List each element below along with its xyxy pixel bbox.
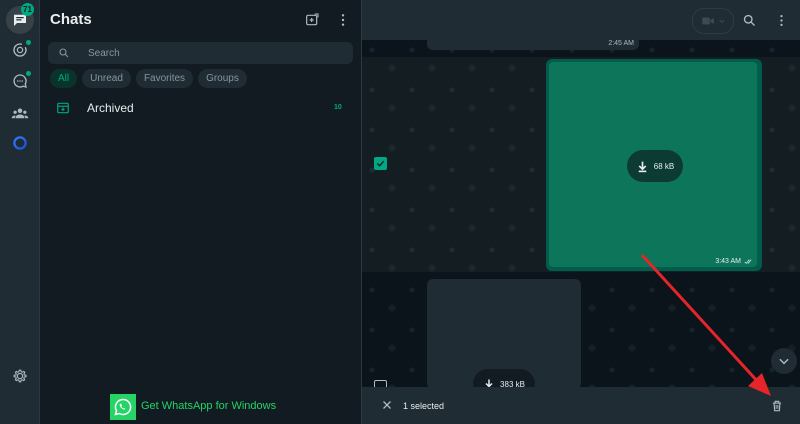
- promo-text: Get WhatsApp for Windows: [141, 400, 277, 412]
- close-selection-icon[interactable]: [380, 398, 394, 412]
- search-messages-icon[interactable]: [740, 11, 758, 29]
- filter-favorites[interactable]: Favorites: [135, 69, 194, 88]
- image-message-meta: 3:43 AM: [715, 257, 754, 266]
- selection-count: 1 selected: [403, 401, 445, 411]
- filter-unread[interactable]: Unread: [82, 69, 131, 88]
- panel-title: Chats: [50, 11, 92, 28]
- status-dot: [26, 40, 31, 45]
- check-icon: [376, 160, 385, 167]
- message-select-checkbox-checked[interactable]: [374, 157, 387, 170]
- image-preview: 68 kB: [549, 62, 757, 267]
- download-size: 68 kB: [653, 161, 675, 171]
- new-chat-icon[interactable]: [302, 10, 322, 30]
- archived-label: Archived: [87, 101, 134, 115]
- image-message[interactable]: 383 kB: [427, 279, 581, 399]
- communities-nav-icon[interactable]: [8, 101, 32, 125]
- menu-dots-icon[interactable]: [333, 10, 353, 30]
- archived-count: 10: [334, 104, 342, 111]
- filter-chips: All Unread Favorites Groups: [50, 69, 247, 88]
- message-bubble[interactable]: 2:45 AM: [427, 32, 639, 50]
- get-whatsapp-windows-link[interactable]: Get WhatsApp for Windows: [110, 394, 310, 420]
- image-message[interactable]: 68 kB 3:43 AM: [546, 59, 762, 271]
- filter-groups[interactable]: Groups: [198, 69, 247, 88]
- download-button[interactable]: 68 kB: [627, 150, 683, 182]
- image-message-time: 3:43 AM: [715, 258, 741, 265]
- chevron-down-icon: [779, 358, 789, 365]
- meta-ai-icon[interactable]: [8, 131, 32, 155]
- channels-dot: [26, 71, 31, 76]
- search-icon: [59, 48, 69, 58]
- whatsapp-logo-icon: [110, 394, 136, 420]
- chevron-down-icon: [718, 19, 725, 24]
- search-input[interactable]: [88, 42, 338, 64]
- archived-row[interactable]: Archived 10: [40, 94, 362, 124]
- conversation-menu-icon[interactable]: [772, 11, 790, 29]
- chat-list-panel: Chats All Unread Favorites Groups Archiv…: [40, 0, 362, 424]
- filter-all[interactable]: All: [50, 69, 78, 88]
- selection-toolbar: 1 selected: [362, 387, 800, 424]
- delete-trash-icon[interactable]: [768, 397, 786, 415]
- video-icon: [701, 17, 714, 25]
- nav-rail: 71: [0, 0, 40, 424]
- settings-icon[interactable]: [8, 364, 32, 388]
- archive-icon: [57, 102, 69, 114]
- double-check-icon: [744, 259, 752, 264]
- download-icon: [638, 161, 647, 172]
- chats-unread-badge: 71: [21, 3, 34, 16]
- search-box: [48, 42, 353, 64]
- conversation-panel: 2:45 AM 68 kB 3:43 AM 383 kB 1 selected: [362, 0, 800, 424]
- message-time: 2:45 AM: [608, 40, 634, 47]
- video-call-button[interactable]: [692, 8, 734, 34]
- scroll-down-button[interactable]: [771, 348, 797, 374]
